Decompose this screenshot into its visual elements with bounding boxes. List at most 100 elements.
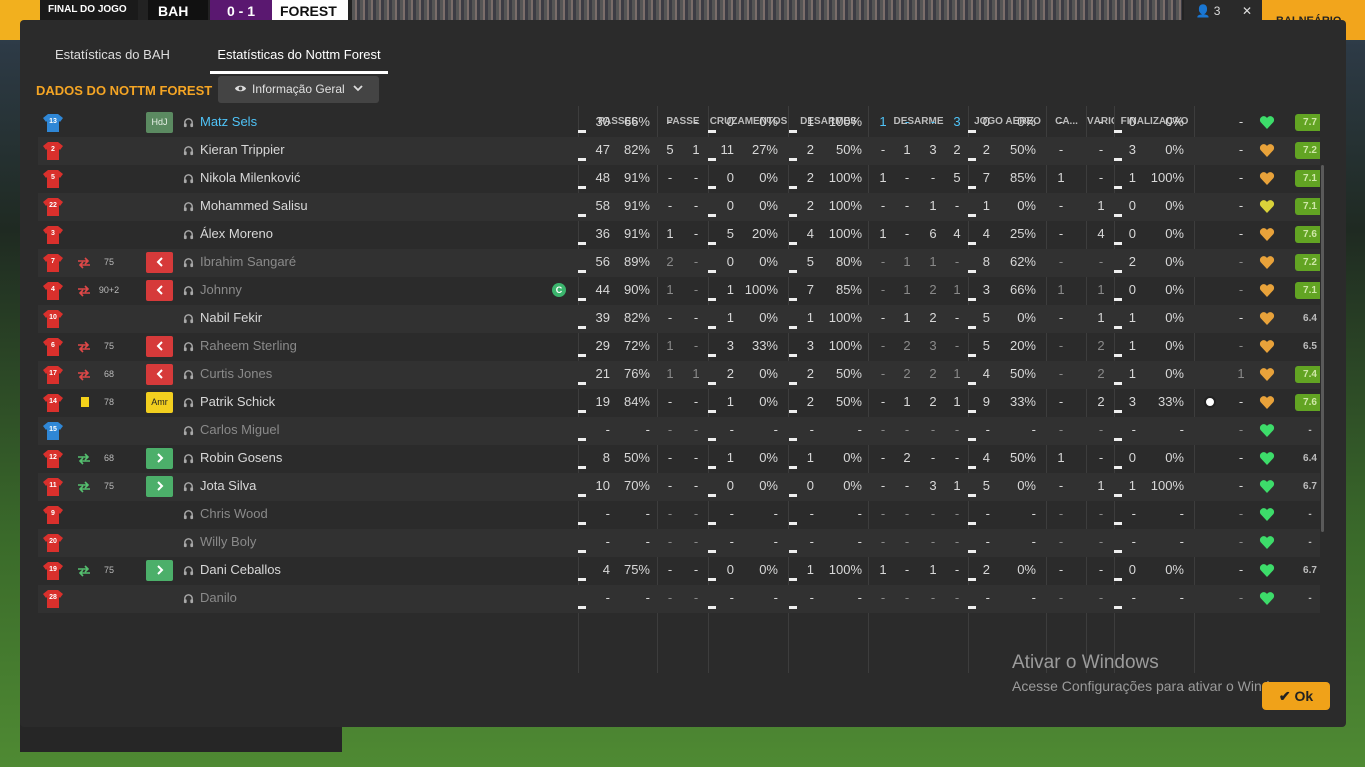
- player-name[interactable]: Raheem Sterling: [200, 333, 297, 359]
- sub-minute: 68: [103, 453, 114, 463]
- tackles-completion: 100%: [828, 226, 862, 241]
- headset-icon: [183, 510, 194, 520]
- assists: -: [1238, 338, 1244, 353]
- table-row[interactable]: 11 75 Jota Silva 10 70% - -0 0% 0 0% - -3 1 5 0% -1 1 100…: [38, 473, 1320, 501]
- shirt-number: 19: [49, 566, 57, 573]
- passes-attempted: 56: [595, 254, 610, 269]
- defence-a: 1: [953, 394, 961, 409]
- table-row[interactable]: 12 68 Robin Gosens 8 50% - - 1 0% 1 0% - 2 - - 4 50% 1 - 0 0…: [38, 445, 1320, 473]
- table-row[interactable]: 28 Danilo - - - - - - - - - - - - - - - - - - - -: [38, 585, 1320, 613]
- away-team-label: FOREST: [272, 0, 348, 20]
- headset-icon: [183, 594, 194, 604]
- tackles-completion: 50%: [835, 366, 862, 381]
- rating-badge: 6.4: [1303, 313, 1317, 324]
- player-name[interactable]: Johnny: [200, 277, 242, 303]
- table-row[interactable]: 7 75 Ibrahim Sangaré 56 89% 2 - 0 0% 5 80% - 1 1 - 8 62%…: [38, 249, 1320, 277]
- crosses-completion: 0%: [759, 562, 778, 577]
- condition-heart-icon: [1259, 284, 1275, 297]
- clearances: -: [1058, 590, 1064, 605]
- player-name[interactable]: Jota Silva: [200, 473, 256, 499]
- player-name[interactable]: Chris Wood: [200, 501, 268, 527]
- player-name[interactable]: Dani Ceballos: [200, 557, 281, 583]
- player-name[interactable]: Nikola Milenković: [200, 165, 300, 191]
- defence-crt: -: [930, 114, 936, 129]
- passes-completion: 75%: [623, 562, 650, 577]
- crosses-completion: 0%: [759, 478, 778, 493]
- assists: -: [1238, 142, 1244, 157]
- value-bar: [578, 242, 586, 245]
- table-row[interactable]: 17 68 Curtis Jones 21 76% 1 1 2 0% 2 50% -2 2 1 4 50% -2…: [38, 361, 1320, 389]
- people-count-button[interactable]: 👤 3: [1184, 0, 1232, 20]
- sub-off-icon: [78, 369, 90, 381]
- player-name[interactable]: Curtis Jones: [200, 361, 272, 387]
- passes-completion: -: [645, 422, 650, 437]
- player-name[interactable]: Matz Sels: [200, 109, 257, 135]
- pass-key: -: [693, 310, 699, 325]
- table-row[interactable]: 4 90+2 Johnny C 44 90% 1-1 100% 7 85% -1 2 1 3 66% 1 1 0 0…: [38, 277, 1320, 305]
- player-name[interactable]: Álex Moreno: [200, 221, 273, 247]
- clearances: -: [1058, 366, 1064, 381]
- table-row[interactable]: 13 HdJ Matz Sels 30 66% - -0 0% 1 100% 1- -3 0 0% - -0 0…: [38, 109, 1320, 137]
- player-name[interactable]: Kieran Trippier: [200, 137, 285, 163]
- ok-button[interactable]: ✔ Ok: [1262, 682, 1330, 710]
- table-row[interactable]: 3 Álex Moreno 36 91% 1 - 5 20% 4 100% 1 - 6 4 4 25% - 4 0 0…: [38, 221, 1320, 249]
- windows-activation-watermark: Ativar o Windows Acesse Configurações pa…: [1012, 652, 1298, 694]
- crosses-attempted: 0: [726, 254, 734, 269]
- shots-conversion: 0%: [1165, 310, 1184, 325]
- player-name[interactable]: Robin Gosens: [200, 445, 282, 471]
- headset-icon: [183, 174, 194, 184]
- shirt-number: 6: [51, 342, 55, 349]
- table-row[interactable]: 19 75 Dani Ceballos 4 75% - - 0 0% 1 100% 1 - 1 - 2 0% - -…: [38, 557, 1320, 585]
- shots-conversion: 0%: [1165, 562, 1184, 577]
- fouls-drawn: -: [1098, 450, 1104, 465]
- table-row[interactable]: 10 Nabil Fekir 39 82% - - 1 0% 1 100% - 1 2 - 5 0% - 1 1 0%…: [38, 305, 1320, 333]
- fouls-drawn: -: [1098, 534, 1104, 549]
- table-scrollbar[interactable]: [1321, 165, 1324, 532]
- table-row[interactable]: 2 Kieran Trippier 47 82% 5 1 11 27% 2 50% -1 3 2 2 50%…: [38, 137, 1320, 165]
- tab-home-stats[interactable]: Estatísticas do BAH: [55, 47, 170, 74]
- headset-icon: [183, 314, 194, 324]
- player-name[interactable]: Carlos Miguel: [200, 417, 279, 443]
- shots-conversion: 0%: [1165, 142, 1184, 157]
- player-name[interactable]: Patrik Schick: [200, 389, 275, 415]
- defence-ch: -: [880, 338, 886, 353]
- assists: -: [1238, 114, 1244, 129]
- defence-ch: 1: [879, 114, 887, 129]
- player-name[interactable]: Danilo: [200, 585, 237, 611]
- rating-badge: 6.5: [1303, 341, 1317, 352]
- tab-away-stats[interactable]: Estatísticas do Nottm Forest: [210, 47, 388, 74]
- table-row[interactable]: 15 Carlos Miguel - - - - - - - - - - - - - - - - - - - -: [38, 417, 1320, 445]
- tackles-completion: 0%: [843, 478, 862, 493]
- table-row[interactable]: 20 Willy Boly - - - - - - - - - - - - - - - - - - - -: [38, 529, 1320, 557]
- player-name[interactable]: Nabil Fekir: [200, 305, 262, 331]
- headset-icon: [183, 118, 194, 128]
- tackles-attempted: 1: [806, 114, 814, 129]
- pass-key: -: [693, 590, 699, 605]
- player-name[interactable]: Ibrahim Sangaré: [200, 249, 296, 275]
- pass-chances: 5: [666, 142, 674, 157]
- assists: -: [1238, 534, 1244, 549]
- aerial-completion: 0%: [1017, 562, 1036, 577]
- shots-attempted: 1: [1128, 366, 1136, 381]
- view-selector-dropdown[interactable]: Informação Geral: [218, 76, 379, 103]
- defence-faf: 1: [903, 394, 911, 409]
- table-row[interactable]: 5 Nikola Milenković 48 91% - - 0 0% 2 100% 1 - - 5 7 85…: [38, 165, 1320, 193]
- passes-completion: 66%: [623, 114, 650, 129]
- shots-attempted: 0: [1128, 450, 1136, 465]
- defence-crt: -: [930, 534, 936, 549]
- table-row[interactable]: 14 78 Amr Patrik Schick 19 84% - -1 0% 2 50% -1 2 1 9 3…: [38, 389, 1320, 417]
- table-row[interactable]: 22 Mohammed Salisu 58 91% - -0 0% 2 100% - -1-1 0% -…: [38, 193, 1320, 221]
- close-icon[interactable]: ✕: [1232, 0, 1262, 20]
- table-row[interactable]: 9 Chris Wood - - - - - - - - - - - - - - - - - - - -: [38, 501, 1320, 529]
- player-name[interactable]: Willy Boly: [200, 529, 256, 555]
- player-name[interactable]: Mohammed Salisu: [200, 193, 308, 219]
- aerial-attempted: 4: [982, 366, 990, 381]
- table-row[interactable]: 6 75 Raheem Sterling 29 72% 1 - 3 33% 3 100% - 2 3 - 5 2…: [38, 333, 1320, 361]
- player-stats-table: PASSES PASSE CRUZAMENTOS DESARMES DESARME JOG…: [38, 106, 1320, 673]
- rating-badge: -: [1308, 593, 1312, 604]
- pass-key: -: [693, 282, 699, 297]
- aerial-completion: 66%: [1009, 282, 1036, 297]
- crosses-attempted: 1: [726, 282, 734, 297]
- sub-on-icon: [78, 565, 90, 577]
- chevron-down-icon: [353, 85, 363, 92]
